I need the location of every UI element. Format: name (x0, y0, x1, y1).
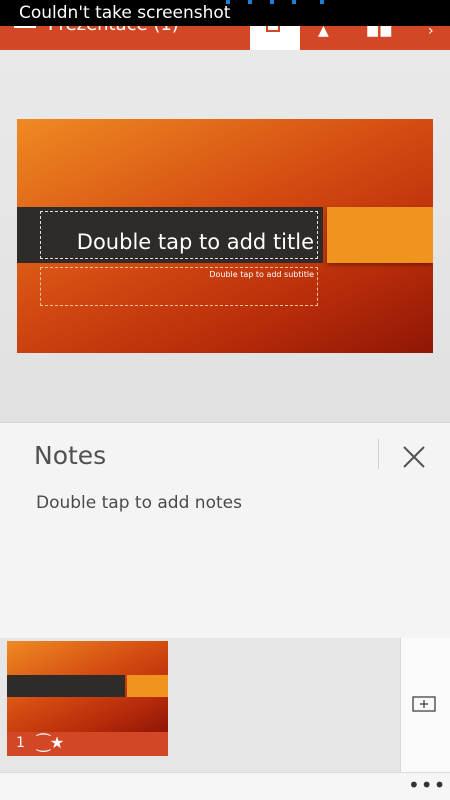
close-icon (403, 446, 425, 468)
slide-thumbnail-strip: 1 ⁐★ (0, 638, 450, 772)
accent-block (327, 207, 433, 263)
slide-canvas[interactable]: Double tap to add title Double tap to ad… (0, 50, 450, 422)
notes-heading: Notes (34, 441, 107, 470)
tab-home[interactable] (250, 26, 300, 50)
chevron-right-icon[interactable]: › (428, 26, 434, 38)
present-icon[interactable]: ▲ (318, 26, 329, 38)
screenshot-toast: Couldn't take screenshot (19, 3, 231, 23)
add-slide-icon[interactable] (412, 696, 436, 712)
slide-thumbnail-footer[interactable]: 1 ⁐★ (7, 732, 168, 756)
signal-indicator (226, 0, 230, 4)
signal-indicator (320, 0, 324, 4)
add-slide-panel (400, 638, 450, 772)
thumbnail-band (7, 675, 125, 697)
home-tab-icon (266, 26, 280, 32)
title-placeholder[interactable]: Double tap to add title (40, 211, 318, 259)
thumbnail-accent (127, 675, 168, 697)
notes-panel: Notes Double tap to add notes (0, 422, 450, 638)
signal-indicator (248, 0, 252, 4)
title-placeholder-text: Double tap to add title (76, 230, 314, 254)
signal-indicator (292, 0, 296, 4)
app-header: Prezentace (1) ▲ ■■ › (0, 26, 450, 50)
slide-thumbnail[interactable] (7, 641, 168, 732)
notes-input[interactable]: Double tap to add notes (36, 493, 242, 513)
document-title[interactable]: Prezentace (1) (48, 26, 179, 36)
hamburger-menu-icon[interactable] (14, 26, 36, 36)
divider (378, 439, 379, 469)
share-icon[interactable]: ■■ (366, 26, 392, 38)
subtitle-placeholder[interactable]: Double tap to add subtitle (40, 267, 318, 306)
current-slide[interactable]: Double tap to add title Double tap to ad… (17, 119, 433, 353)
signal-indicator (270, 0, 274, 4)
close-notes-button[interactable] (398, 441, 430, 473)
subtitle-placeholder-text: Double tap to add subtitle (209, 270, 314, 279)
slide-number: 1 (16, 735, 25, 751)
transition-star-icon: ⁐★ (37, 733, 65, 752)
status-bar: Couldn't take screenshot (0, 0, 450, 26)
more-options-button[interactable]: ••• (408, 775, 446, 795)
bottom-app-bar: ••• (0, 772, 450, 800)
